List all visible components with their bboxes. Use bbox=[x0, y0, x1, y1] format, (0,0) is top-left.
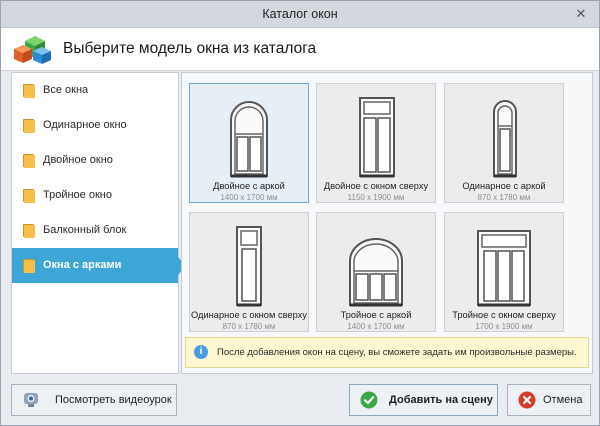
sidebar-item[interactable]: Все окна bbox=[12, 73, 178, 108]
sidebar-item-label: Все окна bbox=[43, 84, 89, 96]
cancel-icon bbox=[518, 391, 536, 409]
catalog-window: Каталог окон ✕ Выберите модель окна из к… bbox=[0, 0, 600, 426]
sidebar-item-label: Двойное окно bbox=[43, 154, 113, 166]
folder-icon bbox=[23, 259, 35, 273]
window-size: 1150 x 1900 мм bbox=[347, 193, 405, 202]
add-to-scene-button[interactable]: Добавить на сцену bbox=[349, 384, 498, 416]
window-preview-image bbox=[477, 230, 531, 307]
add-to-scene-label: Добавить на сцену bbox=[389, 394, 493, 406]
window-name: Тройное с окном сверху bbox=[452, 310, 556, 320]
window-preview-image bbox=[236, 226, 262, 307]
folder-icon bbox=[23, 84, 35, 98]
folder-icon bbox=[23, 189, 35, 203]
window-name: Одинарное с аркой bbox=[462, 181, 546, 191]
window-name: Двойное с аркой bbox=[213, 181, 285, 191]
info-bar: i После добавления окон на сцену, вы смо… bbox=[185, 337, 589, 368]
window-name: Двойное с окном сверху bbox=[323, 181, 429, 191]
window-name: Одинарное с окном сверху bbox=[191, 310, 307, 320]
close-button[interactable]: ✕ bbox=[573, 6, 589, 22]
window-preview-image bbox=[359, 97, 395, 178]
sidebar-item-label: Одинарное окно bbox=[43, 119, 127, 131]
cancel-button[interactable]: Отмена bbox=[507, 384, 591, 416]
window-size: 1400 x 1700 мм bbox=[347, 322, 405, 331]
sidebar-item[interactable]: Тройное окно bbox=[12, 178, 178, 213]
folder-icon bbox=[23, 224, 35, 238]
window-size: 870 x 1780 мм bbox=[222, 322, 276, 331]
info-icon: i bbox=[194, 345, 208, 359]
page-heading: Выберите модель окна из каталога bbox=[63, 40, 317, 57]
watch-video-button[interactable]: Посмотреть видеоурок bbox=[11, 384, 177, 416]
window-card[interactable]: Тройное с аркой 1400 x 1700 мм bbox=[316, 212, 436, 332]
window-preview-image bbox=[230, 101, 268, 178]
window-size: 870 x 1780 мм bbox=[477, 193, 531, 202]
info-text: После добавления окон на сцену, вы сможе… bbox=[217, 347, 577, 358]
window-preview-image bbox=[349, 238, 403, 307]
window-size: 1400 x 1700 мм bbox=[220, 193, 278, 202]
window-card[interactable]: Тройное с окном сверху 1700 x 1900 мм bbox=[444, 212, 564, 332]
sidebar-item[interactable]: Окна с арками bbox=[12, 248, 186, 283]
watch-video-label: Посмотреть видеоурок bbox=[55, 394, 172, 406]
sidebar-item[interactable]: Одинарное окно bbox=[12, 108, 178, 143]
sidebar-item-label: Балконный блок bbox=[43, 224, 127, 236]
check-icon bbox=[360, 391, 378, 409]
webcam-icon bbox=[24, 393, 38, 407]
sidebar-item[interactable]: Двойное окно bbox=[12, 143, 178, 178]
cancel-label: Отмена bbox=[543, 394, 583, 406]
sidebar-item-label: Окна с арками bbox=[43, 259, 122, 271]
folder-icon bbox=[23, 119, 35, 133]
window-card[interactable]: Одинарное с аркой 870 x 1780 мм bbox=[444, 83, 564, 203]
window-size: 1700 x 1900 мм bbox=[475, 322, 533, 331]
window-card[interactable]: Двойное с окном сверху 1150 x 1900 мм bbox=[316, 83, 436, 203]
sidebar-item-label: Тройное окно bbox=[43, 189, 112, 201]
window-card[interactable]: Одинарное с окном сверху 870 x 1780 мм bbox=[189, 212, 309, 332]
window-name: Тройное с аркой bbox=[340, 310, 412, 320]
window-card[interactable]: Двойное с аркой 1400 x 1700 мм bbox=[189, 83, 309, 203]
cubes-logo-icon bbox=[14, 36, 51, 64]
window-preview-image bbox=[493, 100, 517, 178]
folder-icon bbox=[23, 154, 35, 168]
header: Выберите модель окна из каталога bbox=[1, 28, 599, 71]
category-sidebar: Все окна Одинарное окно Двойное окно Тройно… bbox=[11, 72, 186, 374]
title-bar: Каталог окон ✕ bbox=[1, 1, 599, 28]
sidebar-item[interactable]: Балконный блок bbox=[12, 213, 178, 248]
window-title: Каталог окон bbox=[262, 7, 338, 21]
catalog-grid: i После добавления окон на сцену, вы смо… bbox=[181, 72, 593, 374]
